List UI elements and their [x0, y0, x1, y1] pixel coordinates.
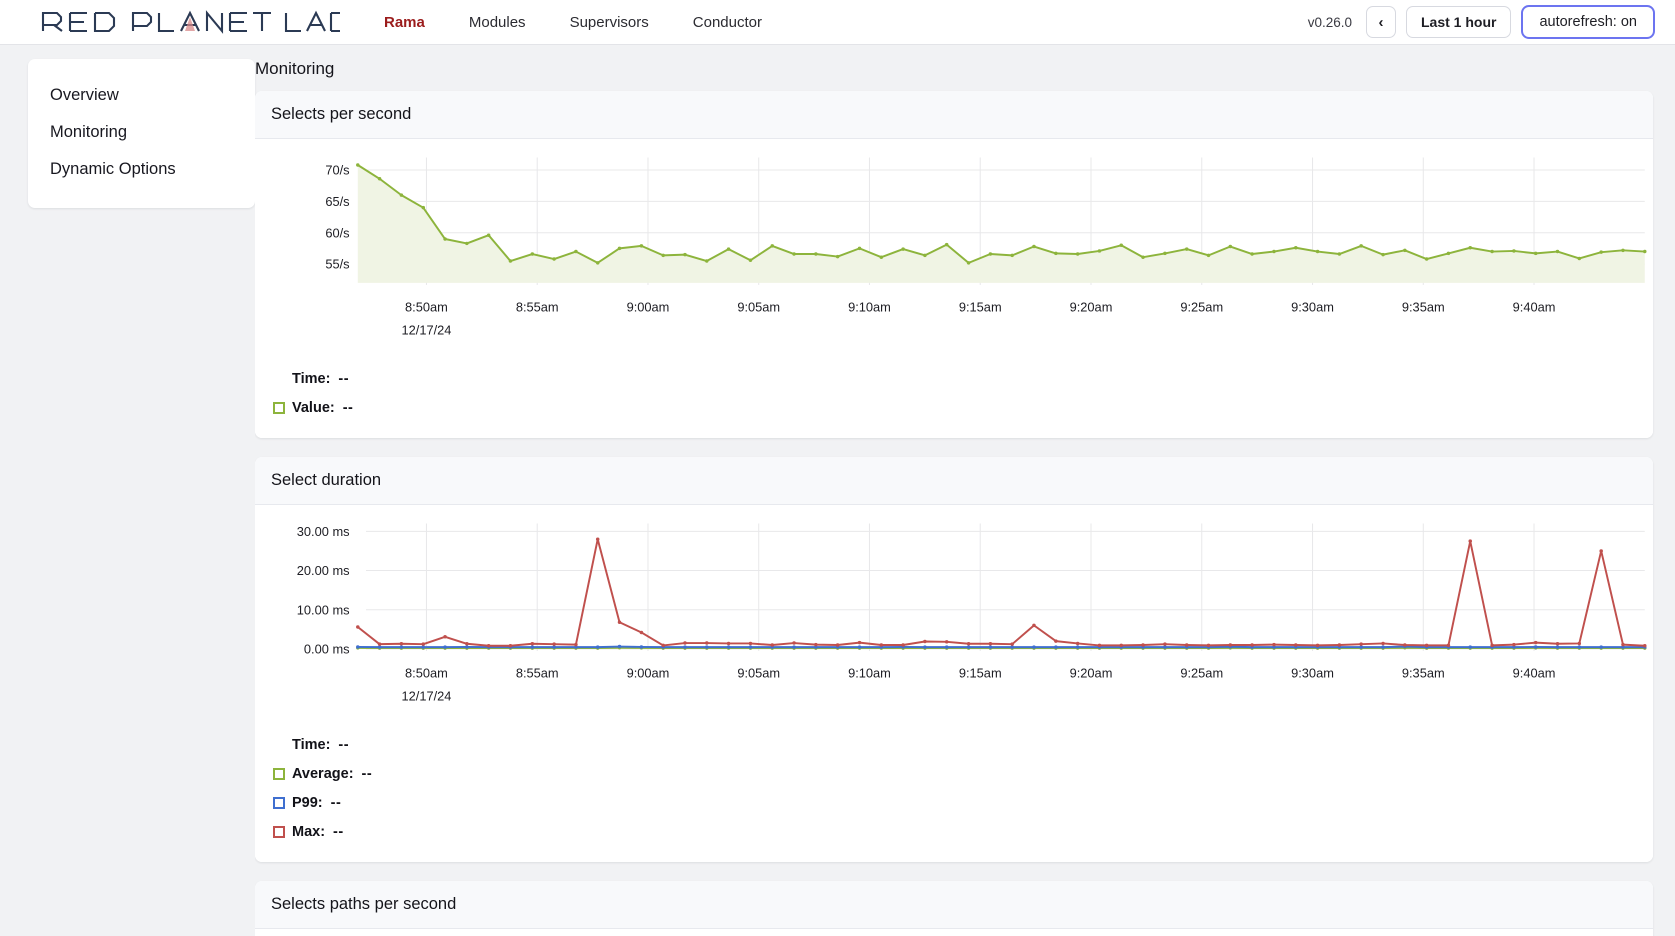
svg-text:9:00am: 9:00am [627, 300, 670, 315]
legend-row-p99: P99: -- [273, 788, 1653, 817]
red-planet-labs-wordmark-icon [41, 10, 340, 34]
svg-text:70/s: 70/s [325, 163, 349, 178]
legend-row-max: Max: -- [273, 817, 1653, 846]
legend-value: -- [333, 823, 344, 840]
card-title: Selects paths per second [255, 881, 1653, 929]
legend-swatch-value [273, 401, 285, 414]
chart-legend: Time: -- Average: -- P99: -- Max: -- [255, 726, 1653, 862]
card-body: 0.00 ms 10.00 ms 20.00 ms 30.00 ms 8:50am 12/… [255, 505, 1653, 862]
svg-text:60/s: 60/s [325, 225, 349, 240]
chart-select-duration[interactable]: 0.00 ms 10.00 ms 20.00 ms 30.00 ms 8:50am 12/… [255, 505, 1653, 726]
legend-swatch-average [273, 767, 285, 780]
top-navbar: Rama Modules Supervisors Conductor v0.26… [0, 0, 1675, 45]
card-body: 55/s 60/s 65/s 70/s 8:50am 12/17/24 8:55am 9:00… [255, 139, 1653, 438]
svg-text:8:50am: 8:50am [405, 666, 448, 681]
svg-text:9:40am: 9:40am [1513, 666, 1556, 681]
legend-row-value: Value: -- [273, 393, 1653, 422]
brand-logo[interactable] [40, 10, 340, 34]
legend-swatch-none [273, 373, 285, 385]
svg-text:9:30am: 9:30am [1291, 666, 1334, 681]
legend-value: -- [330, 794, 342, 811]
svg-text:9:35am: 9:35am [1402, 300, 1445, 315]
autorefresh-toggle[interactable]: autorefresh: on [1521, 5, 1655, 39]
legend-value: -- [342, 399, 354, 416]
svg-text:65/s: 65/s [325, 194, 349, 209]
nav-link-conductor[interactable]: Conductor [671, 10, 784, 35]
card-select-duration: Select duration 0.00 ms 10.00 ms 20.00 ms 3… [255, 457, 1653, 862]
svg-text:9:35am: 9:35am [1402, 666, 1445, 681]
previous-range-button[interactable]: ‹ [1365, 6, 1396, 38]
svg-text:10.00 ms: 10.00 ms [297, 602, 350, 617]
card-selects-paths-per-second: Selects paths per second [255, 881, 1653, 936]
sidebar-item-overview[interactable]: Overview [28, 77, 255, 114]
legend-value: -- [338, 370, 350, 387]
time-range-button[interactable]: Last 1 hour [1405, 6, 1512, 38]
legend-row-time: Time: -- [273, 364, 1653, 393]
svg-text:9:20am: 9:20am [1070, 666, 1113, 681]
card-title: Selects per second [255, 91, 1653, 139]
legend-value: -- [361, 765, 373, 782]
page-body: Overview Monitoring Dynamic Options Moni… [0, 45, 1675, 936]
svg-text:9:25am: 9:25am [1180, 300, 1223, 315]
sidebar-nav: Overview Monitoring Dynamic Options [28, 59, 255, 208]
svg-text:9:00am: 9:00am [627, 666, 670, 681]
nav-link-rama[interactable]: Rama [362, 10, 447, 35]
svg-text:9:30am: 9:30am [1291, 300, 1334, 315]
svg-text:8:55am: 8:55am [516, 300, 559, 315]
card-title: Select duration [255, 457, 1653, 505]
legend-label: P99: [292, 794, 323, 811]
nav-link-modules[interactable]: Modules [447, 10, 548, 35]
svg-text:9:20am: 9:20am [1070, 300, 1113, 315]
svg-text:9:05am: 9:05am [737, 300, 780, 315]
svg-text:30.00 ms: 30.00 ms [297, 524, 350, 539]
legend-label: Time: [292, 370, 331, 387]
svg-text:12/17/24: 12/17/24 [401, 688, 451, 703]
sidebar-column: Overview Monitoring Dynamic Options [0, 45, 255, 936]
page-title: Monitoring [255, 59, 335, 78]
sidebar-item-monitoring[interactable]: Monitoring [28, 114, 255, 151]
legend-value: -- [338, 736, 350, 753]
legend-swatch-none [273, 739, 285, 751]
svg-text:9:40am: 9:40am [1513, 300, 1556, 315]
navbar-right-controls: v0.26.0 ‹ Last 1 hour autorefresh: on [1308, 5, 1655, 39]
svg-text:55/s: 55/s [325, 257, 349, 272]
main-content: Monitoring Selects per second 55/s 60/s 65… [255, 45, 1675, 936]
card-body [255, 929, 1653, 936]
svg-text:9:10am: 9:10am [848, 300, 891, 315]
svg-text:0.00 ms: 0.00 ms [304, 642, 350, 657]
chart-canvas[interactable]: 55/s 60/s 65/s 70/s 8:50am 12/17/24 8:55am 9:00… [255, 139, 1653, 360]
svg-text:8:50am: 8:50am [405, 300, 448, 315]
legend-row-average: Average: -- [273, 759, 1653, 788]
legend-swatch-p99 [273, 796, 285, 809]
legend-swatch-max [273, 825, 285, 838]
svg-text:9:05am: 9:05am [737, 666, 780, 681]
primary-nav: Rama Modules Supervisors Conductor [362, 10, 784, 35]
svg-text:9:15am: 9:15am [959, 666, 1002, 681]
nav-link-supervisors[interactable]: Supervisors [548, 10, 671, 35]
legend-label: Value: [292, 399, 335, 416]
chart-selects-per-second[interactable]: 55/s 60/s 65/s 70/s 8:50am 12/17/24 8:55am 9:00… [255, 139, 1653, 360]
svg-text:9:10am: 9:10am [848, 666, 891, 681]
legend-label: Average: [292, 765, 354, 782]
chart-legend: Time: -- Value: -- [255, 360, 1653, 438]
version-label: v0.26.0 [1307, 14, 1352, 30]
legend-label: Time: [292, 736, 331, 753]
svg-text:20.00 ms: 20.00 ms [297, 563, 350, 578]
card-selects-per-second: Selects per second 55/s 60/s 65/s 70/s 8:50a… [255, 91, 1653, 438]
svg-text:9:15am: 9:15am [959, 300, 1002, 315]
svg-text:8:55am: 8:55am [516, 666, 559, 681]
legend-label: Max: [292, 823, 326, 840]
chart-canvas[interactable]: 0.00 ms 10.00 ms 20.00 ms 30.00 ms 8:50am 12/… [255, 505, 1653, 726]
svg-text:9:25am: 9:25am [1180, 666, 1223, 681]
svg-text:12/17/24: 12/17/24 [401, 322, 451, 337]
sidebar-item-dynamic-options[interactable]: Dynamic Options [28, 151, 255, 188]
legend-row-time: Time: -- [273, 730, 1653, 759]
